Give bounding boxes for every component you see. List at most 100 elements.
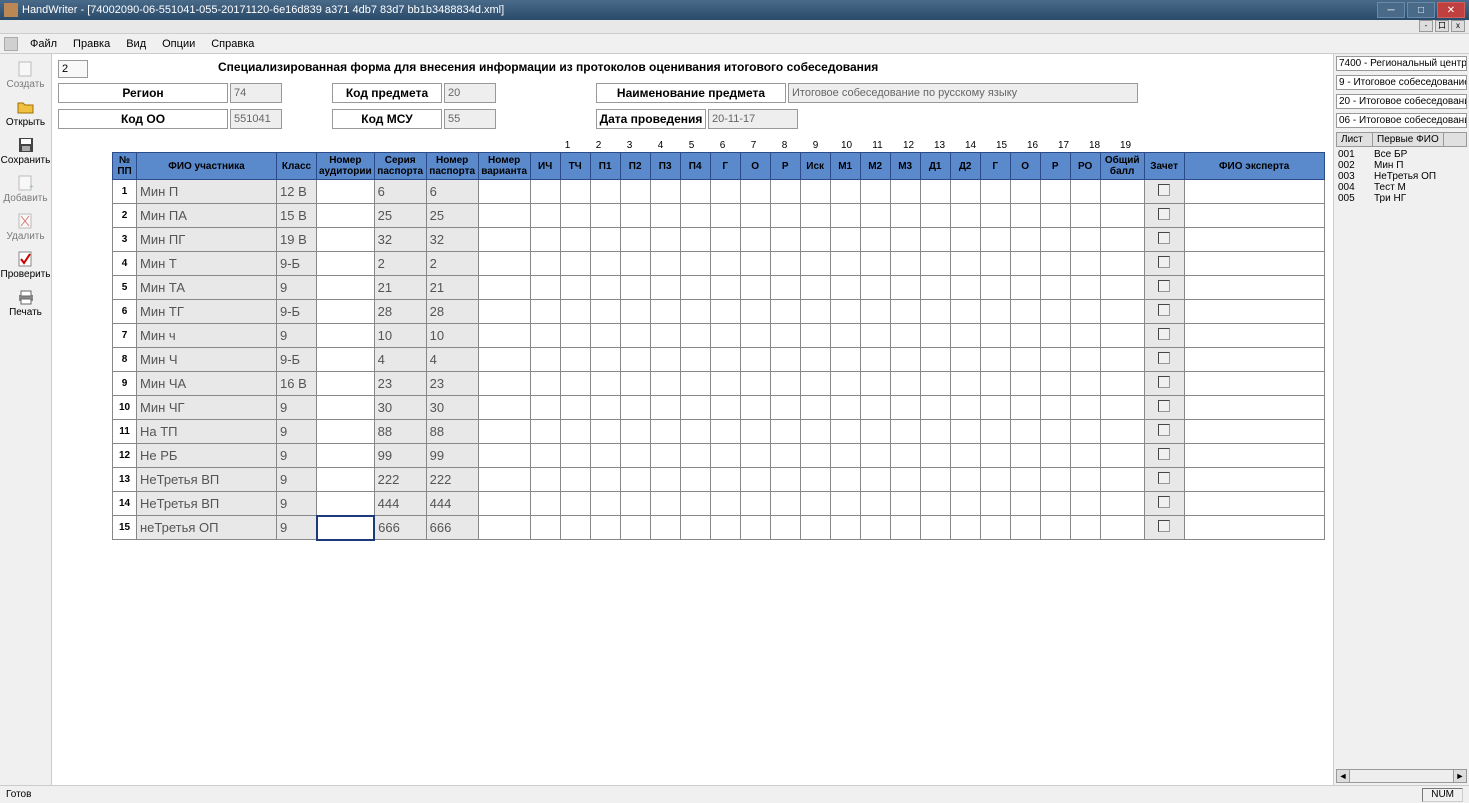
cell-aud[interactable] bbox=[317, 468, 375, 492]
cell-score[interactable] bbox=[890, 276, 920, 300]
cell-score[interactable] bbox=[890, 348, 920, 372]
cell-score[interactable] bbox=[1040, 492, 1070, 516]
cell-expert[interactable] bbox=[1184, 252, 1324, 276]
cell-score[interactable] bbox=[650, 492, 680, 516]
cell-score[interactable] bbox=[710, 372, 740, 396]
cell-score[interactable] bbox=[590, 516, 620, 540]
cell-fio[interactable] bbox=[137, 372, 277, 396]
cell-score[interactable] bbox=[950, 180, 980, 204]
cell-zach[interactable] bbox=[1144, 300, 1184, 324]
cell-score[interactable] bbox=[740, 180, 770, 204]
cell-score[interactable] bbox=[680, 300, 710, 324]
mdi-restore[interactable]: 口 bbox=[1435, 20, 1449, 32]
cell-num[interactable] bbox=[426, 228, 478, 252]
cell-score[interactable] bbox=[1040, 276, 1070, 300]
cell-score[interactable] bbox=[800, 300, 830, 324]
checkbox-icon[interactable] bbox=[1158, 304, 1170, 316]
cell-score[interactable] bbox=[920, 468, 950, 492]
cell-score[interactable] bbox=[590, 468, 620, 492]
form-seq-input[interactable] bbox=[58, 60, 88, 78]
region-input[interactable] bbox=[230, 83, 282, 103]
cell-klass[interactable] bbox=[277, 180, 317, 204]
cell-score[interactable] bbox=[860, 252, 890, 276]
cell-var[interactable] bbox=[478, 348, 530, 372]
cell-total[interactable] bbox=[1100, 180, 1144, 204]
cell-score[interactable] bbox=[1010, 348, 1040, 372]
cell-score[interactable] bbox=[560, 204, 590, 228]
cell-ser[interactable] bbox=[374, 252, 426, 276]
cell-expert[interactable] bbox=[1184, 444, 1324, 468]
cell-score[interactable] bbox=[950, 444, 980, 468]
cell-score[interactable] bbox=[740, 492, 770, 516]
cell-score[interactable] bbox=[650, 228, 680, 252]
cell-zach[interactable] bbox=[1144, 372, 1184, 396]
cell-score[interactable] bbox=[890, 492, 920, 516]
cell-score[interactable] bbox=[560, 228, 590, 252]
cell-score[interactable] bbox=[590, 180, 620, 204]
cell-num[interactable] bbox=[426, 252, 478, 276]
cell-score[interactable] bbox=[710, 348, 740, 372]
cell-score[interactable] bbox=[590, 396, 620, 420]
checkbox-icon[interactable] bbox=[1158, 400, 1170, 412]
cell-score[interactable] bbox=[1010, 180, 1040, 204]
list-item[interactable]: 005Три НГ bbox=[1336, 193, 1467, 204]
cell-klass[interactable] bbox=[277, 228, 317, 252]
cell-zach[interactable] bbox=[1144, 516, 1184, 540]
cell-score[interactable] bbox=[620, 348, 650, 372]
cell-score[interactable] bbox=[860, 204, 890, 228]
cell-score[interactable] bbox=[920, 420, 950, 444]
menu-options[interactable]: Опции bbox=[154, 36, 203, 52]
cell-score[interactable] bbox=[770, 372, 800, 396]
cell-score[interactable] bbox=[650, 468, 680, 492]
cell-score[interactable] bbox=[920, 444, 950, 468]
cell-score[interactable] bbox=[950, 468, 980, 492]
cell-score[interactable] bbox=[920, 348, 950, 372]
cell-klass[interactable] bbox=[277, 324, 317, 348]
cell-aud[interactable] bbox=[317, 420, 375, 444]
check-button[interactable]: Проверить bbox=[3, 246, 49, 284]
cell-score[interactable] bbox=[620, 228, 650, 252]
cell-score[interactable] bbox=[740, 204, 770, 228]
right-box-1[interactable]: 7400 - Региональный центр обра bbox=[1336, 56, 1467, 71]
cell-zach[interactable] bbox=[1144, 180, 1184, 204]
cell-ser[interactable] bbox=[374, 324, 426, 348]
right-scrollbar[interactable]: ◄ ► bbox=[1336, 769, 1467, 783]
cell-score[interactable] bbox=[860, 468, 890, 492]
cell-num[interactable] bbox=[426, 276, 478, 300]
cell-var[interactable] bbox=[478, 204, 530, 228]
cell-score[interactable] bbox=[830, 324, 860, 348]
cell-expert[interactable] bbox=[1184, 276, 1324, 300]
cell-score[interactable] bbox=[1040, 252, 1070, 276]
cell-score[interactable] bbox=[890, 228, 920, 252]
cell-score[interactable] bbox=[620, 396, 650, 420]
cell-score[interactable] bbox=[800, 420, 830, 444]
cell-score[interactable] bbox=[860, 228, 890, 252]
cell-score[interactable] bbox=[950, 492, 980, 516]
cell-var[interactable] bbox=[478, 396, 530, 420]
cell-score[interactable] bbox=[1070, 204, 1100, 228]
cell-score[interactable] bbox=[920, 372, 950, 396]
cell-klass[interactable] bbox=[277, 444, 317, 468]
cell-klass[interactable] bbox=[277, 420, 317, 444]
cell-score[interactable] bbox=[890, 204, 920, 228]
cell-score[interactable] bbox=[530, 300, 560, 324]
cell-score[interactable] bbox=[920, 204, 950, 228]
cell-fio[interactable] bbox=[137, 420, 277, 444]
cell-score[interactable] bbox=[770, 204, 800, 228]
date-input[interactable] bbox=[708, 109, 798, 129]
create-button[interactable]: Создать bbox=[3, 56, 49, 94]
cell-var[interactable] bbox=[478, 276, 530, 300]
cell-score[interactable] bbox=[560, 420, 590, 444]
cell-score[interactable] bbox=[560, 300, 590, 324]
cell-score[interactable] bbox=[620, 204, 650, 228]
cell-score[interactable] bbox=[530, 204, 560, 228]
cell-score[interactable] bbox=[830, 228, 860, 252]
cell-ser[interactable] bbox=[374, 204, 426, 228]
cell-score[interactable] bbox=[560, 372, 590, 396]
cell-score[interactable] bbox=[560, 348, 590, 372]
cell-score[interactable] bbox=[710, 252, 740, 276]
cell-score[interactable] bbox=[620, 252, 650, 276]
cell-score[interactable] bbox=[710, 276, 740, 300]
cell-score[interactable] bbox=[530, 396, 560, 420]
delete-button[interactable]: Удалить bbox=[3, 208, 49, 246]
